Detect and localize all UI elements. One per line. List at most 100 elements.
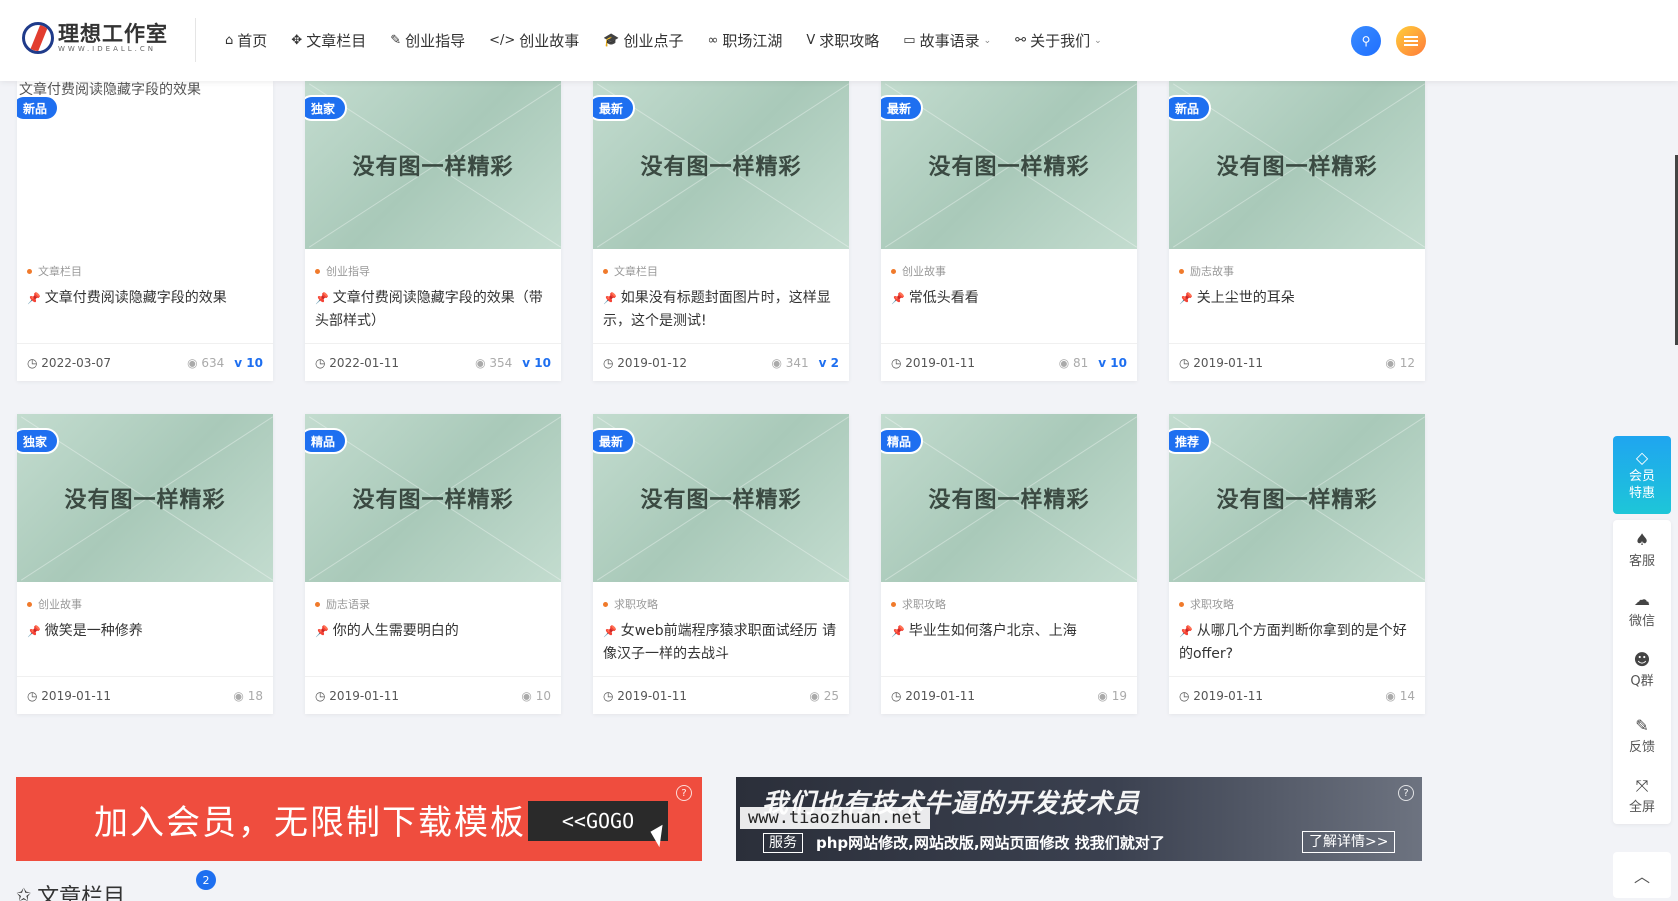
eye-icon: ◉ [771,355,786,370]
article-thumbnail[interactable]: 没有图一样精彩 精品 [305,414,561,582]
article-thumbnail[interactable]: 没有图一样精彩 独家 [17,414,273,582]
article-thumbnail[interactable]: 没有图一样精彩 独家 [305,81,561,249]
article-card[interactable]: 没有图一样精彩 最新 创业故事 📌 常低头看看 ◷ 2019-01-11 ◉ 81 … [881,81,1137,381]
logo-subtitle: WWW.IDEALL.CN [58,44,157,53]
vip-offer-button[interactable]: ◇ 会员特惠 [1613,436,1671,514]
qq-group-button[interactable]: ☻ Q群 [1613,650,1671,689]
card-title[interactable]: 📌 文章付费阅读隐藏字段的效果（带头部样式） [315,287,551,332]
article-card[interactable]: 没有图一样精彩 最新 文章栏目 📌 如果没有标题封面图片时，这样显示，这个是测试! … [593,81,849,381]
nav-item-8[interactable]: ⚯ 关于我们 ⌄ [1015,30,1101,51]
learn-more-button[interactable]: 了解详情>> [1302,831,1396,853]
card-title[interactable]: 📌 文章付费阅读隐藏字段的效果 [27,287,263,310]
back-to-top-button[interactable]: ︿ [1613,852,1671,898]
article-card[interactable]: 没有图一样精彩 最新 求职攻略 📌 女web前端程序猿求职面试经历 请像汉子一样的去… [593,414,849,714]
pin-icon: 📌 [603,625,617,638]
clock-icon: ◷ [315,688,330,703]
card-title[interactable]: 📌 如果没有标题封面图片时，这样显示，这个是测试! [603,287,839,332]
placeholder-text: 没有图一样精彩 [640,488,802,513]
ad-info-icon[interactable]: ? [676,785,692,801]
article-thumbnail[interactable]: 没有图一样精彩 精品 [881,414,1137,582]
nav-item-0[interactable]: ⌂ 首页 [225,30,267,51]
ad-info-icon[interactable]: ? [1398,785,1414,801]
view-count: ◉ 12 [1385,355,1415,370]
category-dot-icon [603,268,608,274]
fullscreen-button[interactable]: ⤧ 全屏 [1613,776,1671,815]
unlink-icon: ⚯ [1015,33,1027,48]
vip-count: v 10 [1098,355,1127,370]
article-card[interactable]: 没有图一样精彩 新品 励志故事 📌 关上尘世的耳朵 ◷ 2019-01-11 ◉ 1… [1169,81,1425,381]
wechat-button[interactable]: ☁ 微信 [1613,590,1671,629]
tool-label: 客服 [1628,554,1655,569]
guide-icon: ✎ [390,33,402,48]
card-date: ◷ 2019-01-11 [1179,688,1264,703]
nav-item-4[interactable]: 🎓 创业点子 [603,30,683,51]
site-logo[interactable]: 理想工作室 WWW.IDEALL.CN [22,22,168,54]
card-title[interactable]: 📌 常低头看看 [891,287,1127,310]
card-title[interactable]: 📌 关上尘世的耳朵 [1179,287,1415,310]
feedback-button[interactable]: ✎ 反馈 [1613,716,1671,755]
card-category[interactable]: 文章栏目 [27,263,263,279]
article-card[interactable]: 没有图一样精彩 推荐 求职攻略 📌 从哪几个方面判断你拿到的是个好的offer? ◷… [1169,414,1425,714]
article-thumbnail[interactable]: 文章付费阅读隐藏字段的效果 新品 [17,81,273,249]
eye-icon: ◉ [1058,355,1074,370]
placeholder-text: 没有图一样精彩 [1216,488,1378,513]
dev-service-banner[interactable]: 我们也有技术牛逼的开发技术员 www.tiaozhuan.net 服务 php网… [736,777,1422,861]
clock-icon: ◷ [603,688,618,703]
nav-item-2[interactable]: ✎ 创业指导 [390,30,465,51]
card-category[interactable]: 励志故事 [1179,263,1415,279]
article-card[interactable]: 没有图一样精彩 精品 励志语录 📌 你的人生需要明白的 ◷ 2019-01-11 ◉… [305,414,561,714]
article-thumbnail[interactable]: 没有图一样精彩 新品 [1169,81,1425,249]
card-category[interactable]: 创业故事 [27,596,263,612]
article-card[interactable]: 没有图一样精彩 独家 创业故事 📌 微笑是一种修养 ◷ 2019-01-11 ◉ 1… [17,414,273,714]
nav-item-label: 关于我们 [1030,32,1091,50]
menu-button[interactable] [1396,26,1426,56]
nav-item-label: 创业指导 [405,32,466,50]
article-thumbnail[interactable]: 没有图一样精彩 推荐 [1169,414,1425,582]
customer-service-button[interactable]: ♠ 客服 [1613,530,1671,569]
placeholder-text: 没有图一样精彩 [1216,155,1378,180]
card-category[interactable]: 文章栏目 [603,263,839,279]
article-card[interactable]: 没有图一样精彩 独家 创业指导 📌 文章付费阅读隐藏字段的效果（带头部样式） ◷ 2… [305,81,561,381]
view-count: ◉ 14 [1385,688,1415,703]
card-title[interactable]: 📌 微笑是一种修养 [27,620,263,643]
nav-item-3[interactable]: </> 创业故事 [489,30,579,51]
clock-icon: ◷ [1179,355,1194,370]
card-title[interactable]: 📌 你的人生需要明白的 [315,620,551,643]
card-category[interactable]: 求职攻略 [1179,596,1415,612]
card-category[interactable]: 创业故事 [891,263,1127,279]
card-title[interactable]: 📌 从哪几个方面判断你拿到的是个好的offer? [1179,620,1415,665]
card-category[interactable]: 求职攻略 [603,596,839,612]
article-card[interactable]: 没有图一样精彩 精品 求职攻略 📌 毕业生如何落户北京、上海 ◷ 2019-01-1… [881,414,1137,714]
nav-item-1[interactable]: ✥ 文章栏目 [291,30,366,51]
tool-label: 微信 [1628,614,1655,629]
category-dot-icon [1179,268,1184,274]
nav-item-label: 首页 [237,32,268,50]
laptop-icon: ▭ [903,33,916,48]
card-badge: 独家 [17,428,60,454]
article-card[interactable]: 文章付费阅读隐藏字段的效果 新品 文章栏目 📌 文章付费阅读隐藏字段的效果 ◷ 20… [17,81,273,381]
card-title[interactable]: 📌 毕业生如何落户北京、上海 [891,620,1127,643]
category-dot-icon [315,601,320,607]
view-count: ◉ 10 [521,688,551,703]
search-button[interactable]: ⚲ [1351,26,1381,56]
article-thumbnail[interactable]: 没有图一样精彩 最新 [593,414,849,582]
card-category[interactable]: 求职攻略 [891,596,1127,612]
gogo-button[interactable]: <<GOGO [528,801,668,841]
banner-left-text: 加入会员，无限制下载模板 [94,802,526,843]
article-thumbnail[interactable]: 没有图一样精彩 最新 [593,81,849,249]
nav-item-5[interactable]: ∞ 职场江湖 [708,30,783,51]
nav-item-6[interactable]: V 求职攻略 [806,30,879,51]
vip-count: v 2 [818,355,839,370]
eye-icon: ◉ [521,688,536,703]
join-member-banner[interactable]: 加入会员，无限制下载模板 <<GOGO ? [16,777,702,861]
card-category[interactable]: 创业指导 [315,263,551,279]
card-badge: 最新 [881,95,924,121]
card-title[interactable]: 📌 女web前端程序猿求职面试经历 请像汉子一样的去战斗 [603,620,839,665]
article-thumbnail[interactable]: 没有图一样精彩 最新 [881,81,1137,249]
eye-icon: ◉ [1385,355,1400,370]
header-divider [195,18,196,62]
category-dot-icon [891,601,896,607]
section-title-text: 文章栏目 [37,885,126,901]
card-category[interactable]: 励志语录 [315,596,551,612]
nav-item-7[interactable]: ▭ 故事语录 ⌄ [903,30,991,51]
